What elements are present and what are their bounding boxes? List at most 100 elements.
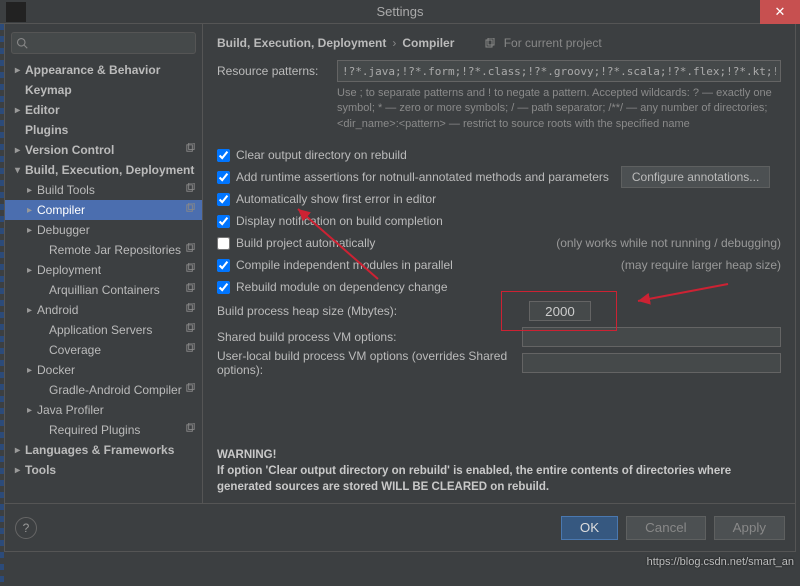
first-error-checkbox[interactable]	[217, 193, 230, 206]
sidebar-item-label: Version Control	[25, 143, 202, 157]
parallel-checkbox[interactable]	[217, 259, 230, 272]
expand-arrow-icon: ▸	[15, 465, 25, 476]
expand-arrow-icon: ▸	[15, 445, 25, 456]
notify-checkbox[interactable]	[217, 215, 230, 228]
resource-patterns-hint: Use ; to separate patterns and ! to nega…	[337, 86, 781, 132]
first-error-label: Automatically show first error in editor	[236, 192, 436, 206]
project-scope-icon	[185, 323, 196, 337]
breadcrumb: Build, Execution, Deployment › Compiler …	[217, 32, 781, 54]
ok-button[interactable]: OK	[561, 516, 618, 540]
rebuild-dep-label: Rebuild module on dependency change	[236, 280, 448, 294]
expand-arrow-icon: ▸	[27, 405, 37, 416]
sidebar-item[interactable]: ▸Build Tools	[5, 180, 202, 200]
sidebar-item[interactable]: ▸Editor	[5, 100, 202, 120]
sidebar-item[interactable]: Plugins	[5, 120, 202, 140]
breadcrumb-a: Build, Execution, Deployment	[217, 36, 386, 50]
sidebar-item[interactable]: ▸Android	[5, 300, 202, 320]
breadcrumb-b: Compiler	[402, 36, 454, 50]
expand-arrow-icon: ▸	[15, 105, 25, 116]
project-scope-icon	[185, 383, 196, 397]
warning-block: WARNING! If option 'Clear output directo…	[217, 447, 781, 495]
rebuild-dep-checkbox[interactable]	[217, 281, 230, 294]
expand-arrow-icon: ▸	[27, 185, 37, 196]
settings-tree: ▸Appearance & BehaviorKeymap▸EditorPlugi…	[5, 60, 202, 480]
sidebar-item-label: Required Plugins	[49, 423, 202, 437]
configure-annotations-button[interactable]: Configure annotations...	[621, 166, 770, 188]
copy-icon	[484, 38, 496, 50]
sidebar-item[interactable]: Keymap	[5, 80, 202, 100]
sidebar-item[interactable]: Coverage	[5, 340, 202, 360]
sidebar-item[interactable]: Gradle-Android Compiler	[5, 380, 202, 400]
sidebar-item[interactable]: Remote Jar Repositories	[5, 240, 202, 260]
sidebar-item[interactable]: ▸Appearance & Behavior	[5, 60, 202, 80]
sidebar-item[interactable]: ▸Tools	[5, 460, 202, 480]
settings-content: Build, Execution, Deployment › Compiler …	[203, 24, 795, 503]
search-input[interactable]	[11, 32, 196, 54]
warning-heading: WARNING!	[217, 449, 276, 461]
build-auto-checkbox[interactable]	[217, 237, 230, 250]
shared-vm-input[interactable]	[522, 327, 781, 347]
resource-patterns-input[interactable]	[337, 60, 781, 82]
sidebar-item-label: Compiler	[37, 203, 202, 217]
warning-text: If option 'Clear output directory on reb…	[217, 465, 731, 493]
sidebar-item-label: Remote Jar Repositories	[49, 243, 202, 257]
sidebar-item[interactable]: Application Servers	[5, 320, 202, 340]
sidebar-item-label: Keymap	[25, 83, 202, 97]
search-icon	[16, 37, 28, 49]
sidebar-item-label: Deployment	[37, 263, 202, 277]
window-left-edge	[0, 24, 4, 586]
cancel-button[interactable]: Cancel	[626, 516, 706, 540]
project-scope-icon	[185, 303, 196, 317]
for-current-project: For current project	[484, 36, 601, 50]
sidebar-item-label: Appearance & Behavior	[25, 63, 202, 77]
project-scope-icon	[185, 423, 196, 437]
sidebar-item-label: Plugins	[25, 123, 202, 137]
user-vm-input[interactable]	[522, 353, 781, 373]
clear-output-checkbox[interactable]	[217, 149, 230, 162]
breadcrumb-sep: ›	[392, 36, 396, 50]
sidebar-item[interactable]: ▸Deployment	[5, 260, 202, 280]
settings-sidebar: ▸Appearance & BehaviorKeymap▸EditorPlugi…	[5, 24, 203, 503]
apply-button[interactable]: Apply	[714, 516, 785, 540]
sidebar-item[interactable]: ▸Docker	[5, 360, 202, 380]
expand-arrow-icon: ▸	[15, 145, 25, 156]
parallel-label: Compile independent modules in parallel	[236, 258, 453, 272]
notify-label: Display notification on build completion	[236, 214, 443, 228]
sidebar-item[interactable]: ▸Compiler	[5, 200, 202, 220]
assertions-checkbox[interactable]	[217, 171, 230, 184]
expand-arrow-icon: ▸	[27, 305, 37, 316]
project-scope-icon	[185, 263, 196, 277]
expand-arrow-icon: ▸	[27, 205, 37, 216]
sidebar-item[interactable]: ▸Version Control	[5, 140, 202, 160]
sidebar-item-label: Android	[37, 303, 202, 317]
heap-size-label: Build process heap size (Mbytes):	[217, 304, 529, 318]
project-scope-icon	[185, 343, 196, 357]
heap-size-input[interactable]	[529, 301, 591, 321]
sidebar-item-label: Coverage	[49, 343, 202, 357]
sidebar-item-label: Arquillian Containers	[49, 283, 202, 297]
titlebar: Settings ✕	[0, 0, 800, 24]
sidebar-item-label: Languages & Frameworks	[25, 443, 202, 457]
sidebar-item[interactable]: ▸Languages & Frameworks	[5, 440, 202, 460]
dialog-footer: ? OK Cancel Apply	[4, 504, 796, 552]
sidebar-item[interactable]: Arquillian Containers	[5, 280, 202, 300]
sidebar-item-label: Java Profiler	[37, 403, 202, 417]
expand-arrow-icon: ▸	[27, 225, 37, 236]
sidebar-item-label: Tools	[25, 463, 202, 477]
sidebar-item[interactable]: Required Plugins	[5, 420, 202, 440]
sidebar-item[interactable]: ▸Debugger	[5, 220, 202, 240]
assertions-label: Add runtime assertions for notnull-annot…	[236, 170, 609, 184]
shared-vm-label: Shared build process VM options:	[217, 330, 522, 344]
sidebar-item-label: Build, Execution, Deployment	[25, 163, 202, 177]
sidebar-item-label: Editor	[25, 103, 202, 117]
expand-arrow-icon: ▸	[27, 265, 37, 276]
clear-output-label: Clear output directory on rebuild	[236, 148, 407, 162]
sidebar-item-label: Build Tools	[37, 183, 202, 197]
sidebar-item[interactable]: ▾Build, Execution, Deployment	[5, 160, 202, 180]
help-button[interactable]: ?	[15, 517, 37, 539]
sidebar-item-label: Gradle-Android Compiler	[49, 383, 202, 397]
close-button[interactable]: ✕	[760, 0, 800, 24]
expand-arrow-icon: ▸	[27, 365, 37, 376]
sidebar-item[interactable]: ▸Java Profiler	[5, 400, 202, 420]
project-scope-icon	[185, 243, 196, 257]
